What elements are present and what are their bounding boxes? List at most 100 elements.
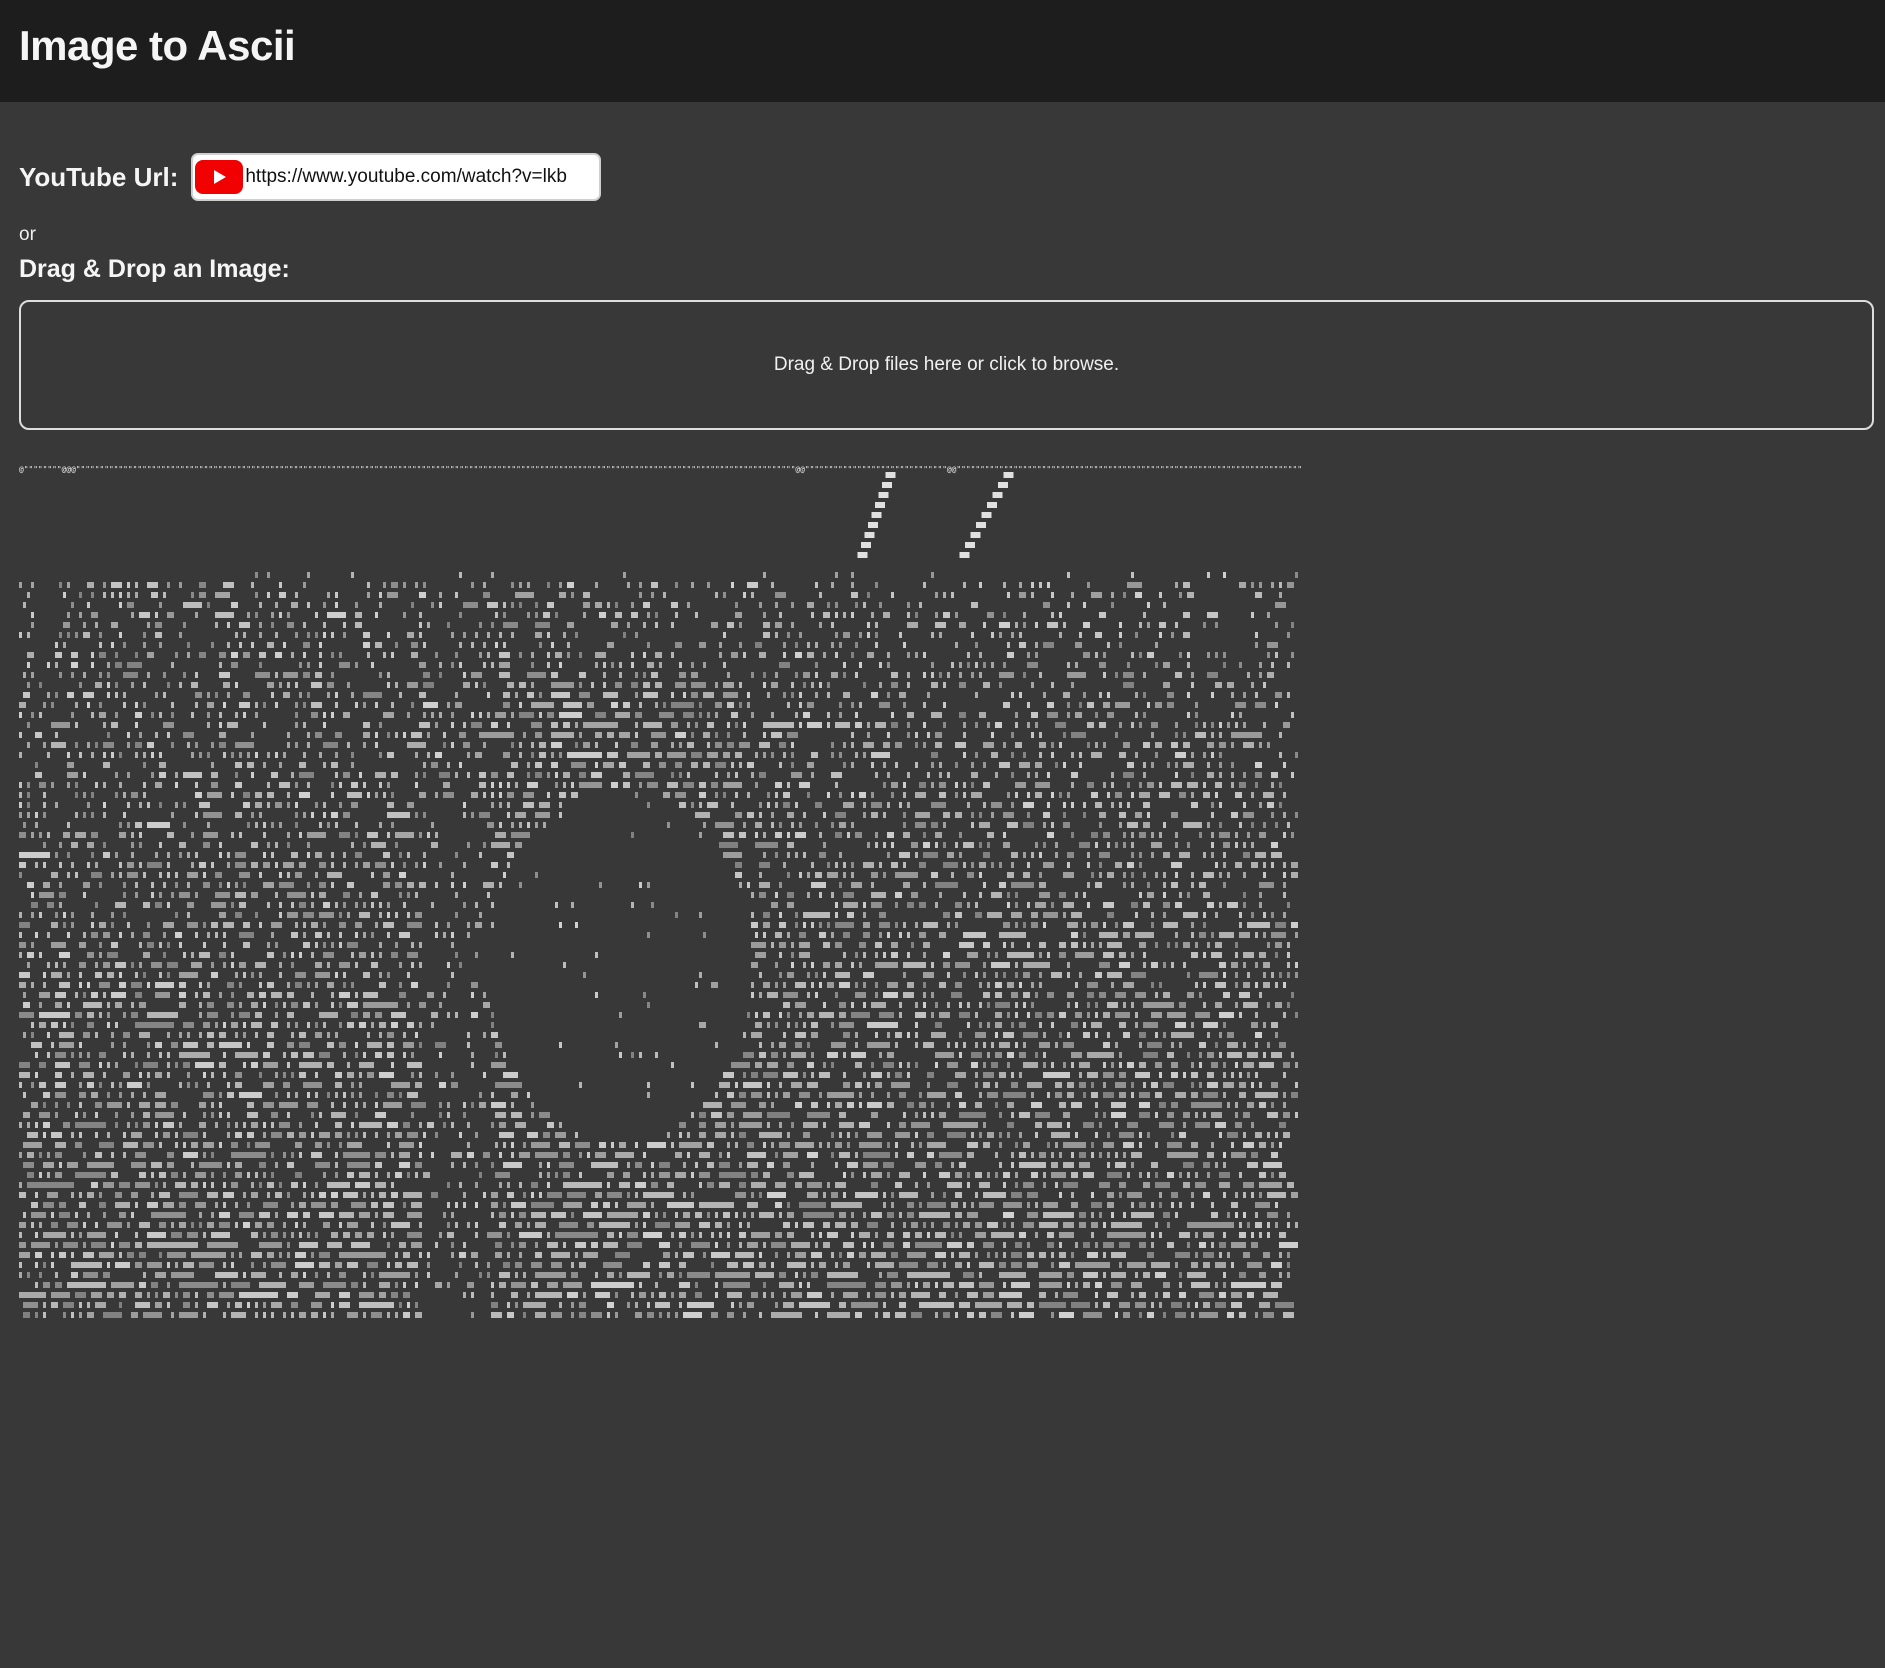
ascii-glyph-run (1091, 1222, 1098, 1228)
ascii-glyph-run (415, 1082, 422, 1088)
ascii-glyph-run (1115, 992, 1126, 998)
ascii-glyph-run (723, 782, 742, 788)
ascii-glyph-run (211, 1112, 214, 1118)
ascii-glyph-run (747, 1012, 750, 1018)
ascii-glyph-run (491, 902, 494, 908)
ascii-glyph-run (463, 742, 470, 748)
ascii-glyph-run (195, 892, 198, 898)
ascii-glyph-run (215, 692, 218, 698)
ascii-glyph-run (1011, 942, 1014, 948)
ascii-glyph-run (955, 1042, 958, 1048)
ascii-glyph-run (827, 922, 830, 928)
ascii-glyph-run (655, 752, 662, 758)
ascii-glyph-run (403, 1122, 410, 1128)
ascii-glyph-run (1291, 1192, 1298, 1198)
ascii-glyph-run (779, 1122, 782, 1128)
ascii-glyph-run (1039, 672, 1042, 678)
ascii-glyph-run (111, 592, 114, 598)
ascii-glyph-run (1219, 1032, 1222, 1038)
ascii-glyph-run (1215, 652, 1218, 658)
ascii-glyph-run (419, 612, 422, 618)
image-dropzone[interactable]: Drag & Drop files here or click to brows… (19, 300, 1874, 430)
ascii-glyph-run (959, 1002, 962, 1008)
ascii-glyph-run (475, 632, 478, 638)
ascii-glyph-run (1079, 1152, 1086, 1158)
ascii-glyph-run (199, 952, 210, 958)
ascii-glyph-run (1187, 662, 1190, 668)
ascii-glyph-run (999, 1142, 1002, 1148)
ascii-glyph-run (87, 842, 94, 848)
ascii-glyph-run (443, 1122, 446, 1128)
ascii-glyph-run (1059, 1012, 1066, 1018)
ascii-glyph-run (499, 632, 502, 638)
ascii-glyph-run (1203, 1112, 1206, 1118)
ascii-glyph-run (195, 692, 202, 698)
ascii-glyph-run (327, 692, 330, 698)
ascii-glyph-run (1007, 1102, 1014, 1108)
ascii-glyph-run (99, 952, 102, 958)
ascii-glyph-run (995, 952, 998, 958)
ascii-glyph-run (1039, 852, 1042, 858)
ascii-glyph-run (231, 792, 234, 798)
ascii-glyph-run (1227, 1032, 1234, 1038)
ascii-glyph-run (499, 792, 502, 798)
ascii-glyph-run (483, 1152, 490, 1158)
ascii-glyph-run (67, 822, 70, 828)
ascii-glyph-run (567, 622, 574, 628)
ascii-glyph-run (395, 1132, 402, 1138)
ascii-glyph-run (375, 1112, 386, 1118)
ascii-glyph-run (31, 712, 34, 718)
ascii-glyph-run (1255, 1092, 1278, 1098)
ascii-glyph-run (411, 1242, 422, 1248)
ascii-glyph-run (999, 1132, 1002, 1138)
ascii-glyph-run (779, 952, 782, 958)
ascii-glyph-run (423, 582, 426, 588)
ascii-glyph-run (763, 672, 766, 678)
ascii-glyph-run (399, 1242, 406, 1248)
ascii-glyph-run (1071, 732, 1086, 738)
ascii-glyph-run (639, 592, 642, 598)
ascii-glyph-run (251, 862, 258, 868)
ascii-glyph-run (691, 1232, 694, 1238)
youtube-url-field[interactable] (191, 153, 602, 201)
ascii-glyph-run (19, 862, 26, 868)
ascii-glyph-run (1219, 1052, 1222, 1058)
ascii-glyph-run (203, 1182, 206, 1188)
ascii-glyph-run (439, 1232, 442, 1238)
ascii-glyph-run (343, 712, 350, 718)
ascii-glyph-run (47, 1032, 50, 1038)
ascii-glyph-run (1015, 782, 1026, 788)
ascii-glyph-run (463, 1192, 466, 1198)
ascii-glyph-run (511, 632, 514, 638)
ascii-glyph-run (419, 662, 426, 668)
ascii-glyph-run (1087, 992, 1094, 998)
ascii-glyph-run (627, 1192, 630, 1198)
ascii-glyph-run (451, 722, 454, 728)
ascii-glyph-run (247, 992, 254, 998)
ascii-glyph-run (1055, 852, 1058, 858)
ascii-glyph-run (207, 692, 210, 698)
ascii-glyph-run (1091, 752, 1102, 758)
ascii-glyph-run (787, 1132, 790, 1138)
ascii-glyph-run (1119, 622, 1122, 628)
ascii-glyph-run (75, 1122, 106, 1128)
ascii-glyph-run (243, 922, 250, 928)
ascii-glyph-run (1183, 822, 1202, 828)
ascii-glyph-run (1283, 892, 1286, 898)
ascii-glyph-run (31, 1032, 34, 1038)
ascii-glyph-run (255, 792, 262, 798)
ascii-glyph-run (859, 1232, 870, 1238)
ascii-glyph-run (775, 672, 778, 678)
ascii-glyph-run (1023, 672, 1026, 678)
ascii-glyph-run (767, 1022, 770, 1028)
ascii-glyph-run (487, 712, 490, 718)
ascii-glyph-run (1011, 692, 1014, 698)
ascii-glyph-run (747, 1142, 754, 1148)
ascii-glyph-run (1263, 822, 1266, 828)
ascii-glyph-run (95, 1152, 102, 1158)
ascii-glyph-run (335, 1152, 338, 1158)
ascii-glyph-run (435, 1132, 438, 1138)
youtube-url-input[interactable] (245, 166, 586, 188)
drag-drop-label: Drag & Drop an Image: (19, 255, 290, 283)
ascii-glyph-run (471, 1052, 474, 1058)
